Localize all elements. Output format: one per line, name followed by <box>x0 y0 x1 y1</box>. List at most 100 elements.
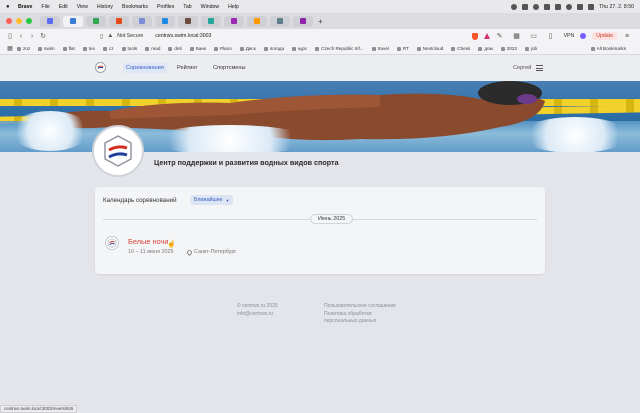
menu-window[interactable]: Window <box>201 4 219 10</box>
status-app-icon[interactable] <box>544 3 551 10</box>
footer-terms-link[interactable]: Пользовательское соглашение <box>324 303 396 311</box>
menu-icon[interactable]: ≡ <box>623 33 631 40</box>
browser-tab[interactable] <box>132 15 152 27</box>
bookmark-favicon-icon <box>121 46 126 51</box>
vpn-button[interactable]: VPN <box>564 33 575 39</box>
apple-menu-icon[interactable]: ● <box>6 4 12 10</box>
browser-tab[interactable] <box>201 15 221 27</box>
bookmark-item[interactable]: Банк <box>189 46 206 51</box>
browser-tab[interactable] <box>40 15 60 27</box>
forward-icon[interactable]: › <box>28 33 36 40</box>
url-text[interactable]: centrws.swim.local:3003 <box>155 33 211 39</box>
security-status[interactable]: Not Secure <box>117 33 143 39</box>
all-bookmarks-button[interactable]: All Bookmarks <box>590 46 634 51</box>
menu-app-brave[interactable]: Brave <box>18 4 32 10</box>
menu-bookmarks[interactable]: Bookmarks <box>122 4 148 10</box>
tab-favicon-icon <box>47 18 53 24</box>
extension-icon[interactable]: ✎ <box>496 32 504 40</box>
footer-email-link[interactable]: info@centrws.ru <box>237 311 278 319</box>
minimize-window-button[interactable] <box>16 18 22 24</box>
status-bar-url: centrws.swim.local:3003/meets/845 <box>0 405 78 413</box>
warning-icon[interactable]: ▲ <box>107 33 113 39</box>
bookmark-item[interactable]: travel <box>371 46 389 51</box>
event-title-link[interactable]: Белые ночи <box>128 237 169 246</box>
browser-tab[interactable] <box>270 15 290 27</box>
menu-profiles[interactable]: Profiles <box>157 4 174 10</box>
location-pin-icon <box>185 248 194 256</box>
bookmark-label: погода <box>269 46 285 51</box>
bookmark-item[interactable]: Chess <box>451 46 470 51</box>
new-tab-button[interactable]: + <box>318 17 323 26</box>
apps-grid-icon[interactable]: ▦ <box>6 45 14 52</box>
status-app-icon[interactable] <box>533 3 540 10</box>
footer-privacy-link-cont[interactable]: персональных данных <box>324 318 396 326</box>
update-button[interactable]: Update <box>592 32 617 40</box>
bookmark-favicon-icon <box>213 46 218 51</box>
menu-help[interactable]: Help <box>228 4 239 10</box>
bookmark-icon[interactable]: ▯ <box>100 33 103 40</box>
reload-icon[interactable]: ↻ <box>39 32 47 40</box>
nav-athletes[interactable]: Спортсмены <box>213 65 246 71</box>
bookmark-favicon-icon <box>38 46 43 51</box>
bookmark-item[interactable]: job <box>524 46 537 51</box>
site-logo[interactable] <box>95 62 106 73</box>
bookmark-item[interactable]: погода <box>263 46 285 51</box>
battery-icon[interactable] <box>555 3 562 10</box>
bookmark-item[interactable]: Czech Republic Inf... <box>315 46 364 51</box>
browser-tab[interactable] <box>247 15 267 27</box>
search-icon[interactable] <box>577 3 584 10</box>
brave-shields-icon[interactable] <box>471 32 478 40</box>
footer-privacy-link[interactable]: Политика обработки <box>324 311 396 319</box>
bookmark-item[interactable]: RT <box>396 46 409 51</box>
menu-view[interactable]: View <box>77 4 88 10</box>
close-window-button[interactable] <box>6 18 12 24</box>
month-label: Июнь 2025 <box>310 214 354 224</box>
bookmark-item[interactable]: Plano <box>213 46 232 51</box>
menu-file[interactable]: File <box>41 4 49 10</box>
menu-tab[interactable]: Tab <box>183 4 191 10</box>
clock[interactable]: Thu 27. 2. 8:50 <box>599 4 634 10</box>
bookmark-item[interactable]: cz <box>102 46 114 51</box>
wallet-icon[interactable]: ▭ <box>530 32 538 40</box>
back-icon[interactable]: ‹ <box>17 33 25 40</box>
nav-competitions[interactable]: Соревнования <box>123 63 167 73</box>
browser-tab[interactable] <box>109 15 129 27</box>
nav-rating[interactable]: Рейтинг <box>177 65 198 71</box>
control-center-icon[interactable] <box>588 3 595 10</box>
bookmark-item[interactable]: tools <box>121 46 137 51</box>
menu-history[interactable]: History <box>97 4 113 10</box>
menu-icon[interactable] <box>536 65 543 71</box>
bookmark-item[interactable]: deti <box>168 46 182 51</box>
bookmark-favicon-icon <box>478 46 483 51</box>
bookmark-item[interactable]: 2023 <box>500 46 517 51</box>
calendar-filter-dropdown[interactable]: Ближайшие ▼ <box>190 195 234 205</box>
bookmark-item[interactable]: read <box>145 46 160 51</box>
bookmark-item[interactable]: курс <box>292 46 307 51</box>
bookmark-item[interactable]: дом <box>478 46 493 51</box>
event-logo[interactable] <box>105 236 119 250</box>
user-name[interactable]: Сергей <box>513 65 531 71</box>
bookmark-item[interactable]: Диск <box>239 46 256 51</box>
wifi-icon[interactable] <box>566 3 573 10</box>
fullscreen-window-button[interactable] <box>26 18 32 24</box>
brave-rewards-icon[interactable] <box>483 33 490 39</box>
browser-tab[interactable] <box>155 15 175 27</box>
bookmark-item[interactable]: flat <box>62 46 75 51</box>
browser-tab[interactable] <box>86 15 106 27</box>
browser-tab[interactable] <box>293 15 313 27</box>
status-app-icon[interactable] <box>511 3 518 10</box>
profile-avatar[interactable] <box>580 33 587 39</box>
address-bar[interactable]: ▯ ▲ Not Secure centrws.swim.local:3003 <box>100 33 211 40</box>
extension-icon[interactable]: ▦ <box>513 32 521 40</box>
bookmark-item[interactable]: tex <box>82 46 95 51</box>
browser-tab[interactable] <box>178 15 198 27</box>
bookmark-item[interactable]: Nextcloud <box>416 46 443 51</box>
bookmark-item[interactable]: zoz <box>17 46 30 51</box>
bookmark-item[interactable]: swim <box>38 46 55 51</box>
status-app-icon[interactable] <box>522 3 529 10</box>
sidebar-toggle-icon[interactable]: ▯ <box>6 32 14 40</box>
browser-tab[interactable] <box>224 15 244 27</box>
sidebar-icon[interactable]: ▯ <box>547 32 555 40</box>
browser-tab[interactable] <box>63 15 83 27</box>
menu-edit[interactable]: Edit <box>59 4 68 10</box>
